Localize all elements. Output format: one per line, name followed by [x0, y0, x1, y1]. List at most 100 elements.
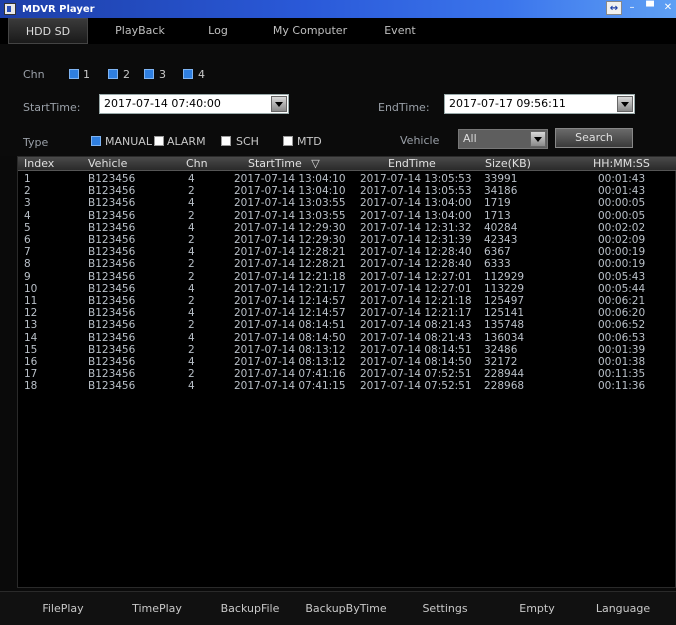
col-vehicle[interactable]: Vehicle: [88, 157, 127, 171]
type-manual-checkbox[interactable]: [91, 136, 101, 146]
table-row[interactable]: 15 B123456 2 2017-07-14 08:13:12 2017-07-14 …: [18, 344, 676, 356]
results-table: Index Vehicle Chn StartTime ▽ EndTime Si…: [17, 156, 676, 588]
tab-playback[interactable]: PlayBack: [100, 18, 180, 44]
table-cell: 00:00:05: [598, 209, 646, 222]
table-cell: 13: [24, 319, 38, 332]
table-row[interactable]: 1 B123456 4 2017-07-14 13:04:10 2017-07-14 1…: [18, 173, 676, 185]
table-row[interactable]: 8 B123456 2 2017-07-14 12:28:21 2017-07-14 1…: [18, 258, 676, 270]
tab-event[interactable]: Event: [370, 18, 430, 44]
table-cell: 2017-07-14 12:31:39: [360, 234, 472, 246]
channel-4-checkbox[interactable]: [183, 69, 193, 79]
table-cell: 00:01:43: [598, 173, 646, 185]
table-cell: 6333: [484, 258, 511, 271]
table-row[interactable]: 3 B123456 4 2017-07-14 13:03:55 2017-07-14 1…: [18, 197, 676, 209]
table-cell: 2017-07-14 13:03:55: [234, 209, 346, 222]
chevron-down-icon[interactable]: [271, 96, 287, 112]
chevron-down-icon[interactable]: [530, 131, 546, 147]
table-cell: B123456: [88, 356, 136, 368]
table-row[interactable]: 18 B123456 4 2017-07-14 07:41:15 2017-07-14 …: [18, 380, 676, 392]
end-time-field[interactable]: 2017-07-17 09:56:11: [444, 94, 635, 114]
channel-1-label: 1: [83, 68, 90, 81]
table-cell: 2017-07-14 12:14:57: [234, 295, 346, 307]
tab-log[interactable]: Log: [188, 18, 248, 44]
type-sch-checkbox[interactable]: [221, 136, 231, 146]
table-cell: B123456: [88, 221, 136, 234]
table-row[interactable]: 7 B123456 4 2017-07-14 12:28:21 2017-07-14 1…: [18, 246, 676, 258]
table-row[interactable]: 2 B123456 2 2017-07-14 13:04:10 2017-07-14 1…: [18, 185, 676, 197]
channel-3-checkbox[interactable]: [144, 69, 154, 79]
col-chn[interactable]: Chn: [186, 157, 208, 171]
table-cell: 00:02:02: [598, 221, 646, 234]
table-header: Index Vehicle Chn StartTime ▽ EndTime Si…: [18, 157, 676, 171]
bottom-toolbar: FilePlay TimePlay BackupFile BackupByTim…: [0, 591, 676, 625]
search-button[interactable]: Search: [555, 128, 633, 148]
table-row[interactable]: 10 B123456 4 2017-07-14 12:21:17 2017-07-14 …: [18, 283, 676, 295]
table-cell: 112929: [484, 270, 525, 283]
table-row[interactable]: 13 B123456 2 2017-07-14 08:14:51 2017-07-14 …: [18, 319, 676, 331]
table-cell: 00:05:44: [598, 282, 646, 295]
table-row[interactable]: 14 B123456 4 2017-07-14 08:14:50 2017-07-14 …: [18, 332, 676, 344]
col-starttime[interactable]: StartTime ▽: [248, 157, 320, 171]
start-time-field[interactable]: 2017-07-14 07:40:00: [99, 94, 289, 114]
table-cell: 2: [188, 258, 195, 271]
tab-hdd-sd[interactable]: HDD SD: [8, 18, 88, 44]
table-cell: 6367: [484, 246, 511, 259]
channel-2-checkbox[interactable]: [108, 69, 118, 79]
table-cell: 5: [24, 221, 31, 234]
close-icon[interactable]: ✕: [660, 1, 676, 15]
language-button[interactable]: Language: [584, 592, 662, 625]
minimize-icon[interactable]: –: [624, 1, 640, 15]
channel-1-checkbox[interactable]: [69, 69, 79, 79]
table-row[interactable]: 6 B123456 2 2017-07-14 12:29:30 2017-07-14 1…: [18, 234, 676, 246]
table-cell: 2017-07-14 08:13:12: [234, 356, 346, 368]
chevron-down-icon[interactable]: [617, 96, 633, 112]
table-cell: 2017-07-14 12:21:18: [360, 295, 472, 307]
table-cell: B123456: [88, 258, 136, 271]
col-duration[interactable]: HH:MM:SS: [593, 157, 650, 171]
table-row[interactable]: 4 B123456 2 2017-07-14 13:03:55 2017-07-14 1…: [18, 210, 676, 222]
table-row[interactable]: 11 B123456 2 2017-07-14 12:14:57 2017-07-14 …: [18, 295, 676, 307]
col-starttime-label: StartTime: [248, 157, 302, 170]
table-row[interactable]: 17 B123456 2 2017-07-14 07:41:16 2017-07-14 …: [18, 368, 676, 380]
start-time-label: StartTime:: [23, 101, 81, 114]
type-alarm-checkbox[interactable]: [154, 136, 164, 146]
table-cell: 6: [24, 234, 31, 246]
maximize-icon[interactable]: ▀: [642, 1, 658, 15]
table-cell: 2: [24, 185, 31, 198]
table-cell: 32486: [484, 343, 518, 356]
backupfile-button[interactable]: BackupFile: [212, 592, 288, 625]
table-cell: B123456: [88, 331, 136, 344]
table-cell: 32172: [484, 356, 518, 368]
table-cell: B123456: [88, 246, 136, 259]
table-cell: B123456: [88, 380, 136, 393]
tab-my-computer[interactable]: My Computer: [260, 18, 360, 44]
table-cell: B123456: [88, 368, 136, 381]
table-cell: 2017-07-14 12:27:01: [360, 282, 472, 295]
empty-button[interactable]: Empty: [504, 592, 570, 625]
type-sch-label: SCH: [236, 135, 259, 148]
table-cell: 2017-07-14 13:03:55: [234, 197, 346, 210]
col-index[interactable]: Index: [24, 157, 54, 171]
table-cell: 7: [24, 246, 31, 259]
col-endtime[interactable]: EndTime: [388, 157, 436, 171]
table-cell: 228944: [484, 368, 525, 381]
table-cell: 2017-07-14 12:29:30: [234, 234, 346, 246]
table-cell: 16: [24, 356, 38, 368]
table-cell: 10: [24, 282, 38, 295]
timeplay-button[interactable]: TimePlay: [124, 592, 190, 625]
table-cell: 2: [188, 343, 195, 356]
col-size[interactable]: Size(KB): [485, 157, 531, 171]
table-row[interactable]: 5 B123456 4 2017-07-14 12:29:30 2017-07-14 1…: [18, 222, 676, 234]
table-row[interactable]: 16 B123456 4 2017-07-14 08:13:12 2017-07-14 …: [18, 356, 676, 368]
table-row[interactable]: 12 B123456 4 2017-07-14 12:14:57 2017-07-14 …: [18, 307, 676, 319]
type-mtd-checkbox[interactable]: [283, 136, 293, 146]
backupbytime-button[interactable]: BackupByTime: [300, 592, 392, 625]
table-row[interactable]: 9 B123456 2 2017-07-14 12:21:18 2017-07-14 1…: [18, 271, 676, 283]
table-cell: 40284: [484, 221, 518, 234]
table-cell: 2: [188, 368, 195, 381]
vehicle-select[interactable]: All: [458, 129, 548, 149]
restore-icon[interactable]: ↔: [606, 1, 622, 15]
table-cell: 1: [24, 173, 31, 185]
fileplay-button[interactable]: FilePlay: [30, 592, 96, 625]
settings-button[interactable]: Settings: [408, 592, 482, 625]
